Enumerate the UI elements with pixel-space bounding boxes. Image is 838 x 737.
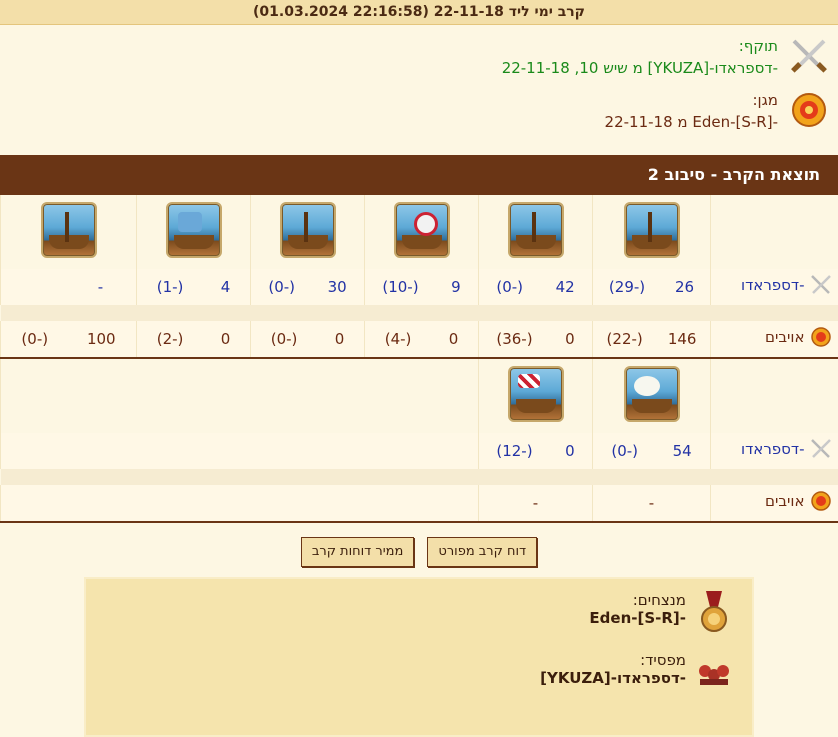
unit-images-row — [1, 195, 838, 269]
own-label[interactable]: -דספראדו — [741, 276, 804, 294]
unit-loss: (-2) — [157, 330, 184, 348]
unit-loss: (-0) — [21, 330, 48, 348]
battle-title: קרב ימי ליד 22-11-18 (22:16:58 01.03.202… — [0, 0, 838, 25]
defender-row: מגן: -Eden-[S-R] מ 22-11-18 — [8, 89, 830, 133]
unit-icon-ship-6[interactable] — [41, 202, 97, 258]
enemy-label: אויבים — [765, 328, 804, 346]
unit-icon-ship-8[interactable] — [508, 366, 564, 422]
unit-loss: (-29) — [609, 278, 645, 296]
unit-count: 54 — [673, 442, 692, 460]
shield-icon — [788, 89, 830, 131]
report-converter-button[interactable]: ממיר דוחות קרב — [301, 537, 414, 567]
unit-icon-ship-7[interactable] — [624, 366, 680, 422]
unit-count: - — [98, 278, 103, 296]
medal-icon — [696, 591, 732, 635]
unit-loss: (-36) — [496, 330, 532, 348]
shield-icon — [809, 325, 833, 349]
units-table-block1: -דספראדו 26 (-29) 42 (-0) 9 (-10) 30 (-0) 4 (… — [0, 195, 838, 359]
crossed-swords-icon — [809, 437, 833, 461]
crossed-swords-icon — [788, 35, 830, 77]
shield-icon — [809, 489, 833, 513]
enemy-units-row: אויבים 146 (-22) 0 (-36) 0 (-4) 0 (-0) 0 (-2)… — [1, 321, 838, 358]
unit-count: 9 — [451, 278, 461, 296]
unit-loss: (-4) — [385, 330, 412, 348]
unit-icon-ship-5[interactable] — [166, 202, 222, 258]
attacker-label: תוקף: — [502, 35, 778, 57]
own-label[interactable]: -דספראדו — [741, 440, 804, 458]
own-units-row: -דספראדו 26 (-29) 42 (-0) 9 (-10) 30 (-0) 4 (… — [1, 269, 838, 305]
unit-loss: (-0) — [611, 442, 638, 460]
unit-loss: (-10) — [382, 278, 418, 296]
battle-summary: מנצחים: -Eden-[S-R] מפסיד: -דספראדו-[YKU… — [84, 577, 754, 737]
unit-loss: (-12) — [496, 442, 532, 460]
crossed-swords-icon — [809, 273, 833, 297]
unit-loss: (-1) — [157, 278, 184, 296]
unit-count: - — [533, 494, 538, 512]
unit-loss: (-0) — [496, 278, 523, 296]
enemy-label: אויבים — [765, 492, 804, 510]
winners-label: מנצחים: — [589, 591, 686, 609]
unit-count: 26 — [675, 278, 694, 296]
detailed-report-button[interactable]: דוח קרב מפורט — [427, 537, 537, 567]
attacker-name[interactable]: -דספראדו-[YKUZA] מ שיש 10, 22-11-18 — [502, 57, 778, 79]
attacker-row: תוקף: -דספראדו-[YKUZA] מ שיש 10, 22-11-1… — [8, 35, 830, 79]
unit-count: 0 — [565, 442, 575, 460]
units-table-block2: -דספראדו 54 (-0) 0 (-12) אויבים - - — [0, 359, 838, 523]
unit-count: 100 — [87, 330, 116, 348]
unit-count: 0 — [335, 330, 345, 348]
unit-count: 146 — [668, 330, 697, 348]
unit-loss: (-22) — [607, 330, 643, 348]
report-buttons: דוח קרב מפורט ממיר דוחות קרב — [0, 523, 838, 577]
unit-loss: (-0) — [271, 330, 298, 348]
unit-count: 0 — [449, 330, 459, 348]
unit-icon-ship-3[interactable] — [394, 202, 450, 258]
loser-value[interactable]: -דספראדו-[YKUZA] — [540, 669, 686, 687]
own-units-row: -דספראדו 54 (-0) 0 (-12) — [1, 433, 838, 469]
battle-result-header: תוצאת הקרב - סיבוב 2 — [0, 155, 838, 195]
defender-name[interactable]: -Eden-[S-R] מ 22-11-18 — [605, 111, 778, 133]
loser-row: מפסיד: -דספראדו-[YKUZA] — [106, 651, 732, 695]
unit-loss: (-0) — [268, 278, 295, 296]
unit-count: - — [649, 494, 654, 512]
unit-count: 0 — [565, 330, 575, 348]
unit-icon-ship-4[interactable] — [280, 202, 336, 258]
unit-icon-ship-2[interactable] — [508, 202, 564, 258]
loser-label: מפסיד: — [540, 651, 686, 669]
unit-count: 30 — [328, 278, 347, 296]
unit-icon-ship-1[interactable] — [624, 202, 680, 258]
unit-count: 42 — [556, 278, 575, 296]
battle-participants: תוקף: -דספראדו-[YKUZA] מ שיש 10, 22-11-1… — [0, 25, 838, 155]
winners-row: מנצחים: -Eden-[S-R] — [106, 591, 732, 635]
defeated-soldiers-icon — [696, 651, 732, 695]
unit-images-row — [1, 359, 838, 433]
unit-count: 0 — [221, 330, 231, 348]
winners-value[interactable]: -Eden-[S-R] — [589, 609, 686, 627]
unit-count: 4 — [221, 278, 231, 296]
enemy-units-row: אויבים - - — [1, 485, 838, 522]
defender-label: מגן: — [605, 89, 778, 111]
